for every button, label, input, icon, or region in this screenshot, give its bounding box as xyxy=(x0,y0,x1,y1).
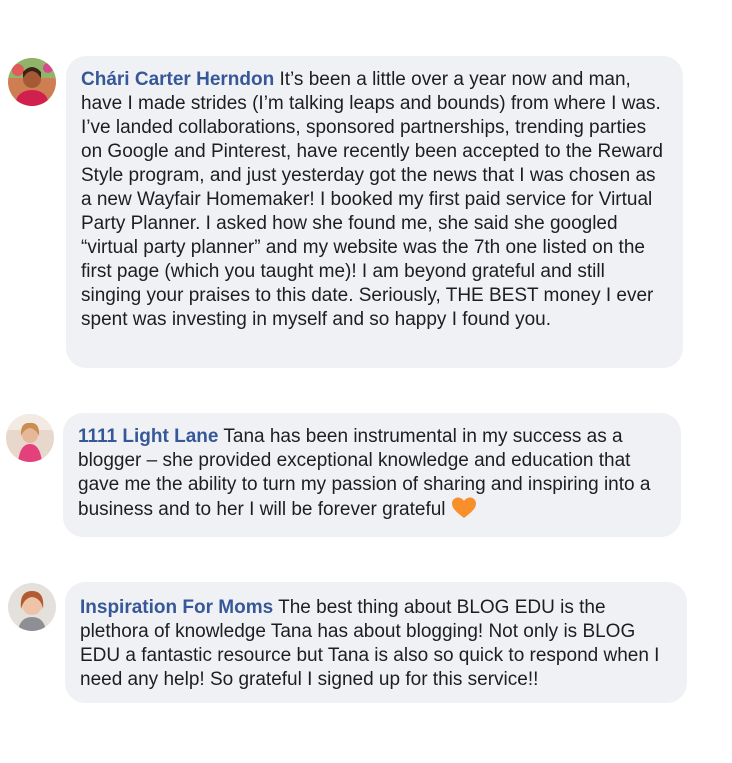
comment: Inspiration For Moms The best thing abou… xyxy=(0,0,732,720)
comment-bubble: Inspiration For Moms The best thing abou… xyxy=(65,582,687,703)
avatar[interactable] xyxy=(8,583,56,631)
comment-author-link[interactable]: Inspiration For Moms xyxy=(80,597,273,618)
profile-photo-icon xyxy=(8,583,56,631)
comment-text-block: Inspiration For Moms The best thing abou… xyxy=(80,596,671,692)
